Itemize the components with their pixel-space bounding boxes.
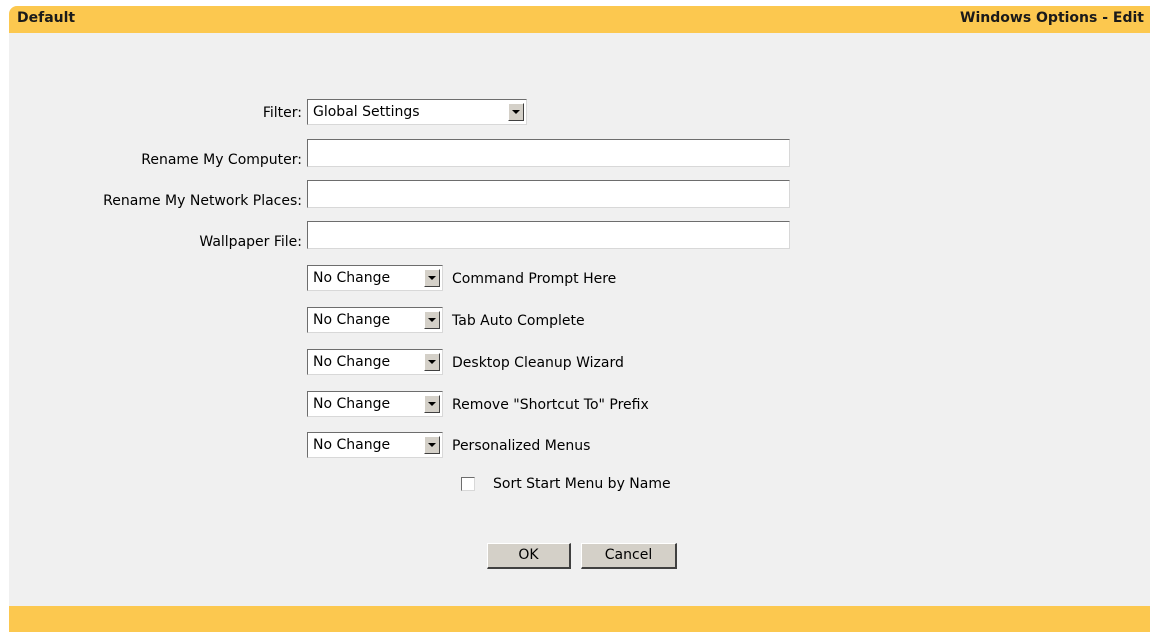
wallpaper-file-label: Wallpaper File:	[199, 234, 302, 250]
filter-select[interactable]: Global Settings	[307, 99, 527, 125]
shortcut-prefix-value: No Change	[313, 396, 391, 412]
shortcut-prefix-label: Remove "Shortcut To" Prefix	[452, 397, 649, 413]
rename-network-places-input[interactable]	[307, 180, 790, 208]
command-prompt-value: No Change	[313, 270, 391, 286]
rename-computer-label: Rename My Computer:	[141, 152, 302, 168]
filter-selected-value: Global Settings	[313, 104, 420, 120]
rename-computer-input[interactable]	[307, 139, 790, 167]
personalized-menus-select[interactable]: No Change	[307, 432, 443, 458]
chevron-down-icon[interactable]	[508, 103, 524, 121]
personalized-menus-value: No Change	[313, 437, 391, 453]
desktop-cleanup-value: No Change	[313, 354, 391, 370]
tab-auto-complete-value: No Change	[313, 312, 391, 328]
chevron-down-icon[interactable]	[424, 436, 440, 454]
shortcut-prefix-select[interactable]: No Change	[307, 391, 443, 417]
tab-auto-complete-select[interactable]: No Change	[307, 307, 443, 333]
windows-options-panel: Default Windows Options - Edit Filter: G…	[9, 6, 1150, 632]
command-prompt-label: Command Prompt Here	[452, 271, 617, 287]
title-bar: Default Windows Options - Edit	[9, 6, 1150, 33]
tab-auto-complete-label: Tab Auto Complete	[452, 313, 585, 329]
personalized-menus-label: Personalized Menus	[452, 438, 591, 454]
footer-bar	[9, 606, 1150, 632]
chevron-down-icon[interactable]	[424, 395, 440, 413]
chevron-down-icon[interactable]	[424, 269, 440, 287]
desktop-cleanup-label: Desktop Cleanup Wizard	[452, 355, 624, 371]
rename-network-places-label: Rename My Network Places:	[103, 193, 302, 209]
wallpaper-file-input[interactable]	[307, 221, 790, 249]
sort-start-menu-label[interactable]: Sort Start Menu by Name	[493, 476, 671, 492]
profile-title: Default	[17, 10, 76, 26]
chevron-down-icon[interactable]	[424, 353, 440, 371]
filter-label: Filter:	[262, 105, 302, 121]
command-prompt-select[interactable]: No Change	[307, 265, 443, 291]
sort-start-menu-checkbox[interactable]	[461, 477, 475, 491]
desktop-cleanup-select[interactable]: No Change	[307, 349, 443, 375]
chevron-down-icon[interactable]	[424, 311, 440, 329]
page-title: Windows Options - Edit	[960, 10, 1144, 26]
ok-button[interactable]: OK	[487, 543, 571, 569]
cancel-button[interactable]: Cancel	[581, 543, 677, 569]
